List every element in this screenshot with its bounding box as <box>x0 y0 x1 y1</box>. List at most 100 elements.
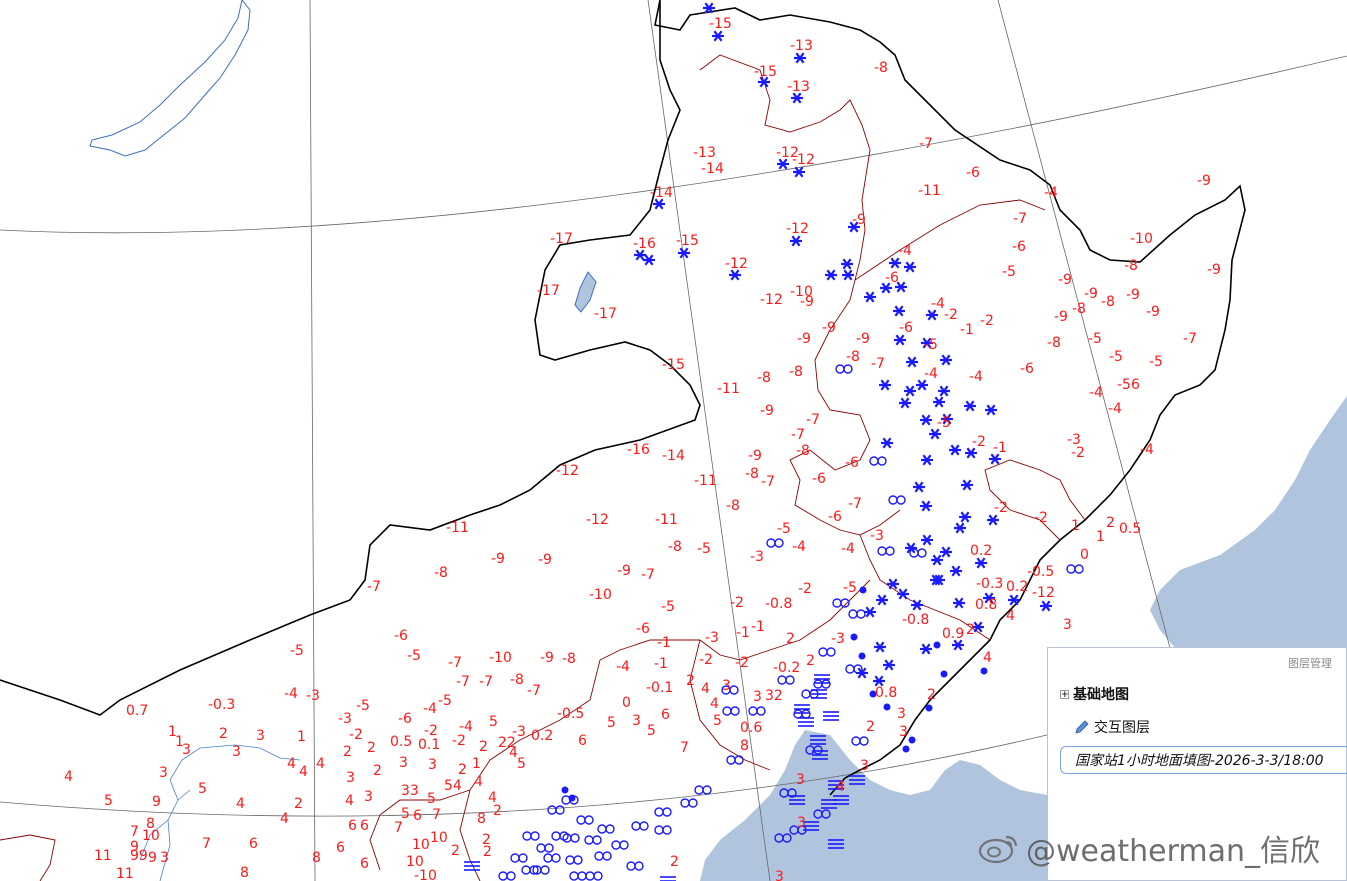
temperature-label: -2 <box>349 727 363 743</box>
snow-icon <box>894 334 906 346</box>
temperature-label: -0.3 <box>976 576 1003 592</box>
snow-icon <box>938 385 950 397</box>
temperature-label: -5 <box>1088 331 1102 347</box>
fog-icon <box>766 538 784 548</box>
snow-icon <box>678 247 690 259</box>
rain-icon <box>561 786 569 794</box>
temperature-label: -8 <box>745 466 759 482</box>
fog-icon <box>694 785 712 795</box>
temperature-label: 3 <box>897 706 906 722</box>
snow-icon <box>904 261 916 273</box>
temperature-label: -7 <box>1183 331 1197 347</box>
rain-icon <box>858 652 866 660</box>
layer-base-map[interactable]: + 基础地图 <box>1060 684 1129 704</box>
temperature-label: -8 <box>757 370 771 386</box>
temperature-label: -5 <box>843 580 857 596</box>
temperature-label: 5 <box>427 791 436 807</box>
temperature-label: 3 <box>256 728 265 744</box>
temperature-label: -6 <box>398 711 412 727</box>
temperature-label: 3 <box>796 772 805 788</box>
rain-icon <box>925 704 933 712</box>
temperature-label: -4 <box>1089 385 1103 401</box>
snow-icon <box>881 437 893 449</box>
temperature-label: -9 <box>748 448 762 464</box>
snow-icon <box>841 258 853 270</box>
expand-icon[interactable]: + <box>1060 689 1069 699</box>
snow-icon <box>712 30 724 42</box>
temperature-label: -5 <box>697 541 711 557</box>
temperature-label: 4 <box>983 650 992 666</box>
temperature-label: -2 <box>980 313 994 329</box>
temperature-label: -9 <box>1126 287 1140 303</box>
temperature-label: -9 <box>800 294 814 310</box>
temperature-label: 3 <box>1063 617 1072 633</box>
snow-icon <box>940 354 952 366</box>
rain-icon <box>940 670 948 678</box>
fog-icon <box>793 709 811 719</box>
snow-icon <box>893 305 905 317</box>
temperature-label: -7 <box>479 674 493 690</box>
temperature-label: -13 <box>790 38 813 54</box>
temperature-label: -4 <box>1044 185 1058 201</box>
temperature-label: -4 <box>898 243 912 259</box>
temperature-label: 1 <box>1096 529 1105 545</box>
temperature-label: -5 <box>1002 264 1016 280</box>
temperature-label: -0.2 <box>773 660 800 676</box>
snow-icon <box>964 400 976 412</box>
temperature-label: 7 <box>202 836 211 852</box>
temperature-label: -9 <box>797 331 811 347</box>
temperature-label: -2 <box>452 733 466 749</box>
province-borders <box>0 54 1086 881</box>
snow-icon <box>1008 594 1020 606</box>
fog-icon <box>626 861 644 871</box>
temperature-label: -5 <box>290 643 304 659</box>
temperature-label: 3 <box>159 765 168 781</box>
fog-icon <box>835 364 853 374</box>
layer-interactive[interactable]: 交互图层 <box>1074 717 1150 737</box>
temperature-label: -15 <box>676 233 699 249</box>
temperature-label: 2 <box>373 763 382 779</box>
temperature-label: -12 <box>1032 585 1055 601</box>
temperature-label: -1 <box>657 635 671 651</box>
temperature-label: -15 <box>754 64 777 80</box>
temperature-label: -4 <box>1108 401 1122 417</box>
snow-icon <box>953 597 965 609</box>
temperature-label: -4 <box>969 369 983 385</box>
fog-icon <box>1066 564 1084 574</box>
temperature-label: -7 <box>761 474 775 490</box>
layer-station-plot[interactable]: 国家站1小时地面填图-2026-3-3/18:00 <box>1060 746 1347 774</box>
temperature-label: -5 <box>661 599 675 615</box>
temperature-label: 3 <box>428 757 437 773</box>
temperature-label: 6 <box>249 836 258 852</box>
temperature-label: -9 <box>1146 304 1160 320</box>
snow-icon <box>889 257 901 269</box>
temperature-label: -7 <box>806 412 820 428</box>
temperature-label: -8 <box>846 349 860 365</box>
fog-icon <box>654 825 672 835</box>
temperature-label: 5 <box>713 713 722 729</box>
temperature-label: -15 <box>709 16 732 32</box>
temperature-label: -9 <box>491 551 505 567</box>
temperature-label: -6 <box>885 270 899 286</box>
temperature-label: -3 <box>705 630 719 646</box>
snow-icon <box>961 479 973 491</box>
temperature-label: 10 <box>430 830 448 846</box>
temperature-label: 1 <box>297 729 306 745</box>
snow-icon <box>887 578 899 590</box>
temperature-label: -15 <box>662 357 685 373</box>
fog-icon <box>813 679 831 689</box>
temperature-label: 9 <box>148 850 157 866</box>
temperature-label: -7 <box>456 674 470 690</box>
pencil-icon <box>1075 720 1089 734</box>
snow-icon <box>931 554 943 566</box>
temperature-label: 6 <box>661 707 670 723</box>
snow-icon <box>825 269 837 281</box>
temperature-label: 4 <box>64 769 73 785</box>
temperature-label: -1 <box>751 619 765 635</box>
temperature-label: -16 <box>627 442 650 458</box>
temperature-label: -5 <box>356 698 370 714</box>
temperature-label: 0 <box>622 695 631 711</box>
temperature-label: -2 <box>699 652 713 668</box>
fog-icon <box>547 805 565 815</box>
temperature-label: 3 <box>797 815 806 831</box>
